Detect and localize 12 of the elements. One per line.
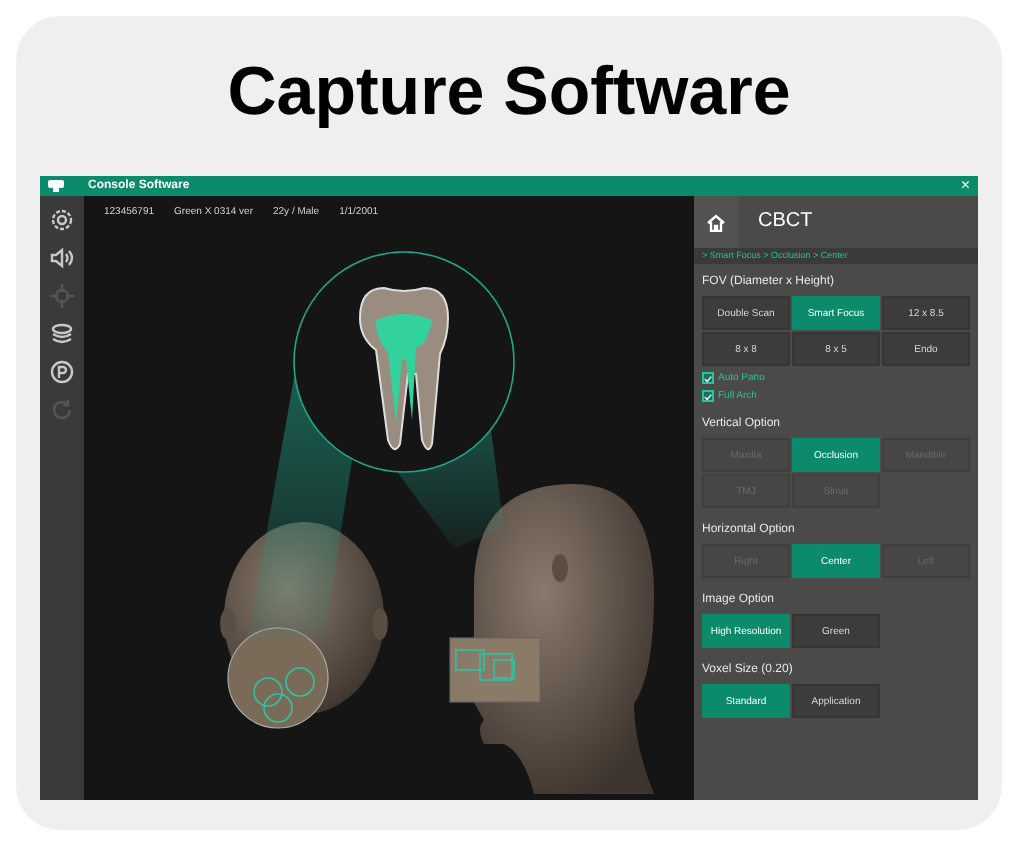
monitor-icon bbox=[48, 180, 64, 192]
checkbox[interactable] bbox=[702, 372, 714, 384]
panel-title: CBCT bbox=[758, 210, 813, 234]
speaker-icon[interactable] bbox=[50, 246, 74, 270]
card-heading: Capture Software bbox=[227, 52, 791, 132]
gear-icon[interactable] bbox=[50, 208, 74, 232]
checkbox[interactable] bbox=[702, 390, 714, 402]
home-icon bbox=[706, 213, 726, 231]
close-button[interactable]: × bbox=[960, 178, 970, 194]
layers-icon[interactable] bbox=[50, 322, 74, 346]
parking-icon[interactable] bbox=[50, 360, 74, 384]
home-button[interactable] bbox=[694, 196, 738, 248]
